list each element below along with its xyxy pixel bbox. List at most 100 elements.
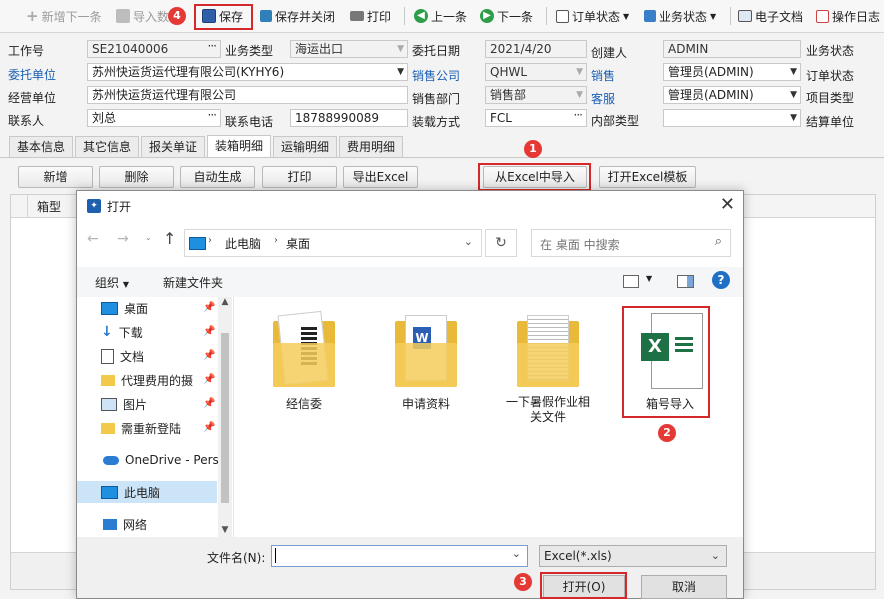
load-mode-field[interactable]: FCL ··· [485,109,587,127]
import-button[interactable]: 导入数 [116,6,169,26]
print-rows-button[interactable]: 打印 [262,166,337,188]
phone-field[interactable]: 18788990089 [290,109,408,127]
sidebar-item-relogin[interactable]: 需重新登陆 [101,417,181,439]
chevron-down-icon: ▼ [790,67,797,77]
grid-col-box-type[interactable]: 箱型 [37,198,61,215]
tab-customs-docs[interactable]: 报关单证 [141,136,205,157]
sales-dept-label: 销售部门 [412,92,461,106]
sidebar-item-onedrive[interactable]: OneDrive - Perso [103,449,226,471]
forward-arrow-icon[interactable]: → [117,231,129,247]
add-next-button[interactable]: + 新增下一条 [26,6,102,26]
export-excel-button[interactable]: 导出Excel [343,166,418,188]
new-folder-button[interactable]: 新建文件夹 [163,274,223,291]
sidebar-item-desktop[interactable]: 桌面 [101,297,148,319]
chart-log-icon [816,9,829,23]
refresh-icon[interactable]: ↻ [485,229,517,257]
sidebar-item-pictures[interactable]: 图片 [101,393,147,415]
ellipsis-icon[interactable]: ··· [208,110,218,123]
breadcrumb-desktop[interactable]: 桌面 [286,235,310,252]
contact-field[interactable]: 刘总 ··· [87,109,221,127]
pin-icon[interactable]: 📌 [203,350,215,361]
print-button[interactable]: 打印 [350,6,391,26]
next-record-button[interactable]: ▶ 下一条 [480,6,533,26]
history-dropdown-icon[interactable]: ⌄ [464,235,473,248]
internal-type-label: 内部类型 [591,114,640,128]
flowchart-icon [644,10,656,22]
save-close-button[interactable]: 保存并关闭 [260,6,335,26]
scroll-thumb[interactable] [221,333,229,503]
back-arrow-icon[interactable]: ← [87,231,99,247]
sales-label[interactable]: 销售 [591,67,615,84]
internal-type-field[interactable]: ▼ [663,109,801,127]
order-status-dropdown[interactable]: 订单状态 ▼ [556,6,629,26]
auto-generate-button[interactable]: 自动生成 [180,166,255,188]
client-field[interactable]: 苏州快运货运代理有限公司(KYHY6) ▼ [87,63,408,81]
filename-input[interactable]: ⌄ [271,545,528,567]
pin-icon[interactable]: 📌 [203,398,215,409]
pin-icon[interactable]: 📌 [203,302,215,313]
search-box[interactable]: 在 桌面 中搜索 ⌕ [531,229,731,257]
sales-company-field[interactable]: QHWL ▼ [485,63,587,81]
add-row-button[interactable]: 新增 [18,166,93,188]
e-docs-button[interactable]: 电子文档 [738,6,803,26]
cancel-button[interactable]: 取消 [641,575,727,599]
file-item[interactable]: 经信委 [259,310,349,412]
toolbar: + 新增下一条 导入数 保存 保存并关闭 打印 ◀ 上一条 ▶ 下一条 订单状态… [0,0,884,33]
sidebar-item-documents[interactable]: 文档 [101,345,144,367]
entrust-date-field[interactable]: 2021/4/20 [485,40,587,58]
chevron-down-icon: ▼ [576,90,583,100]
open-excel-template-button[interactable]: 打开Excel模板 [599,166,696,188]
sidebar-item-downloads[interactable]: ↓ 下载 [101,321,143,343]
text-caret [275,548,276,563]
sidebar-item-network[interactable]: 网络 [103,513,147,535]
scroll-up-icon[interactable]: ▲ [218,297,232,307]
sidebar-item-agent-fees[interactable]: 代理费用的摄 [101,369,193,391]
help-icon[interactable]: ? [712,271,730,289]
operator-unit-field[interactable]: 苏州快运货运代理有限公司 [87,86,408,104]
recent-chevron-icon[interactable]: ⌄ [145,233,152,242]
nav-scrollbar[interactable]: ▲ ▼ [218,297,232,537]
filetype-select[interactable]: Excel(*.xls) ⌄ [539,545,727,567]
scroll-down-icon[interactable]: ▼ [218,525,232,535]
chevron-down-icon: ⌄ [710,549,720,562]
file-item[interactable]: 一下暑假作业相关文件 [503,313,593,425]
breadcrumb-pc[interactable]: 此电脑 [225,235,261,252]
pin-icon[interactable]: 📌 [203,374,215,385]
cs-field[interactable]: 管理员(ADMIN) ▼ [663,86,801,104]
tab-transport-detail[interactable]: 运输明细 [273,136,337,157]
op-log-button[interactable]: 操作日志 [816,6,880,26]
network-icon [103,518,117,530]
organize-menu[interactable]: 组织 ▼ [95,274,129,291]
creator-field[interactable]: ADMIN [663,40,801,58]
toolbar-divider [730,7,731,25]
prev-record-button[interactable]: ◀ 上一条 [414,6,467,26]
delete-row-button[interactable]: 删除 [99,166,174,188]
sales-company-label[interactable]: 销售公司 [412,67,460,84]
sales-field[interactable]: 管理员(ADMIN) ▼ [663,63,801,81]
address-bar[interactable]: › 此电脑 › 桌面 ⌄ [184,229,482,257]
tab-other-info[interactable]: 其它信息 [75,136,139,157]
pin-icon[interactable]: 📌 [203,422,215,433]
biz-status-dropdown[interactable]: 业务状态 ▼ [644,6,716,26]
biz-type-field[interactable]: 海运出口 ▼ [290,40,408,58]
view-caret-icon[interactable]: ▼ [646,274,652,283]
tab-fee-detail[interactable]: 费用明细 [339,136,403,157]
preview-pane-icon[interactable] [677,275,694,288]
close-icon[interactable]: ✕ [720,194,735,215]
toolbar-divider [546,7,547,25]
ellipsis-icon[interactable]: ··· [574,110,584,123]
client-label[interactable]: 委托单位 [8,66,56,83]
view-mode-icon[interactable] [623,275,639,288]
tab-basic-info[interactable]: 基本信息 [9,136,73,157]
job-no-field[interactable]: SE21040006 ··· [87,40,221,58]
sidebar-item-this-pc[interactable]: 此电脑 [77,481,217,503]
tab-packing-detail[interactable]: 装箱明细 [207,135,271,157]
file-item[interactable]: W 申请资料 [381,313,471,412]
chevron-down-icon[interactable]: ⌄ [512,547,521,560]
up-arrow-icon[interactable]: ↑ [163,229,176,248]
pc-icon [189,237,206,250]
sales-dept-field[interactable]: 销售部 ▼ [485,86,587,104]
ellipsis-icon[interactable]: ··· [208,41,218,54]
pin-icon[interactable]: 📌 [203,326,215,337]
cs-label[interactable]: 客服 [591,90,615,107]
